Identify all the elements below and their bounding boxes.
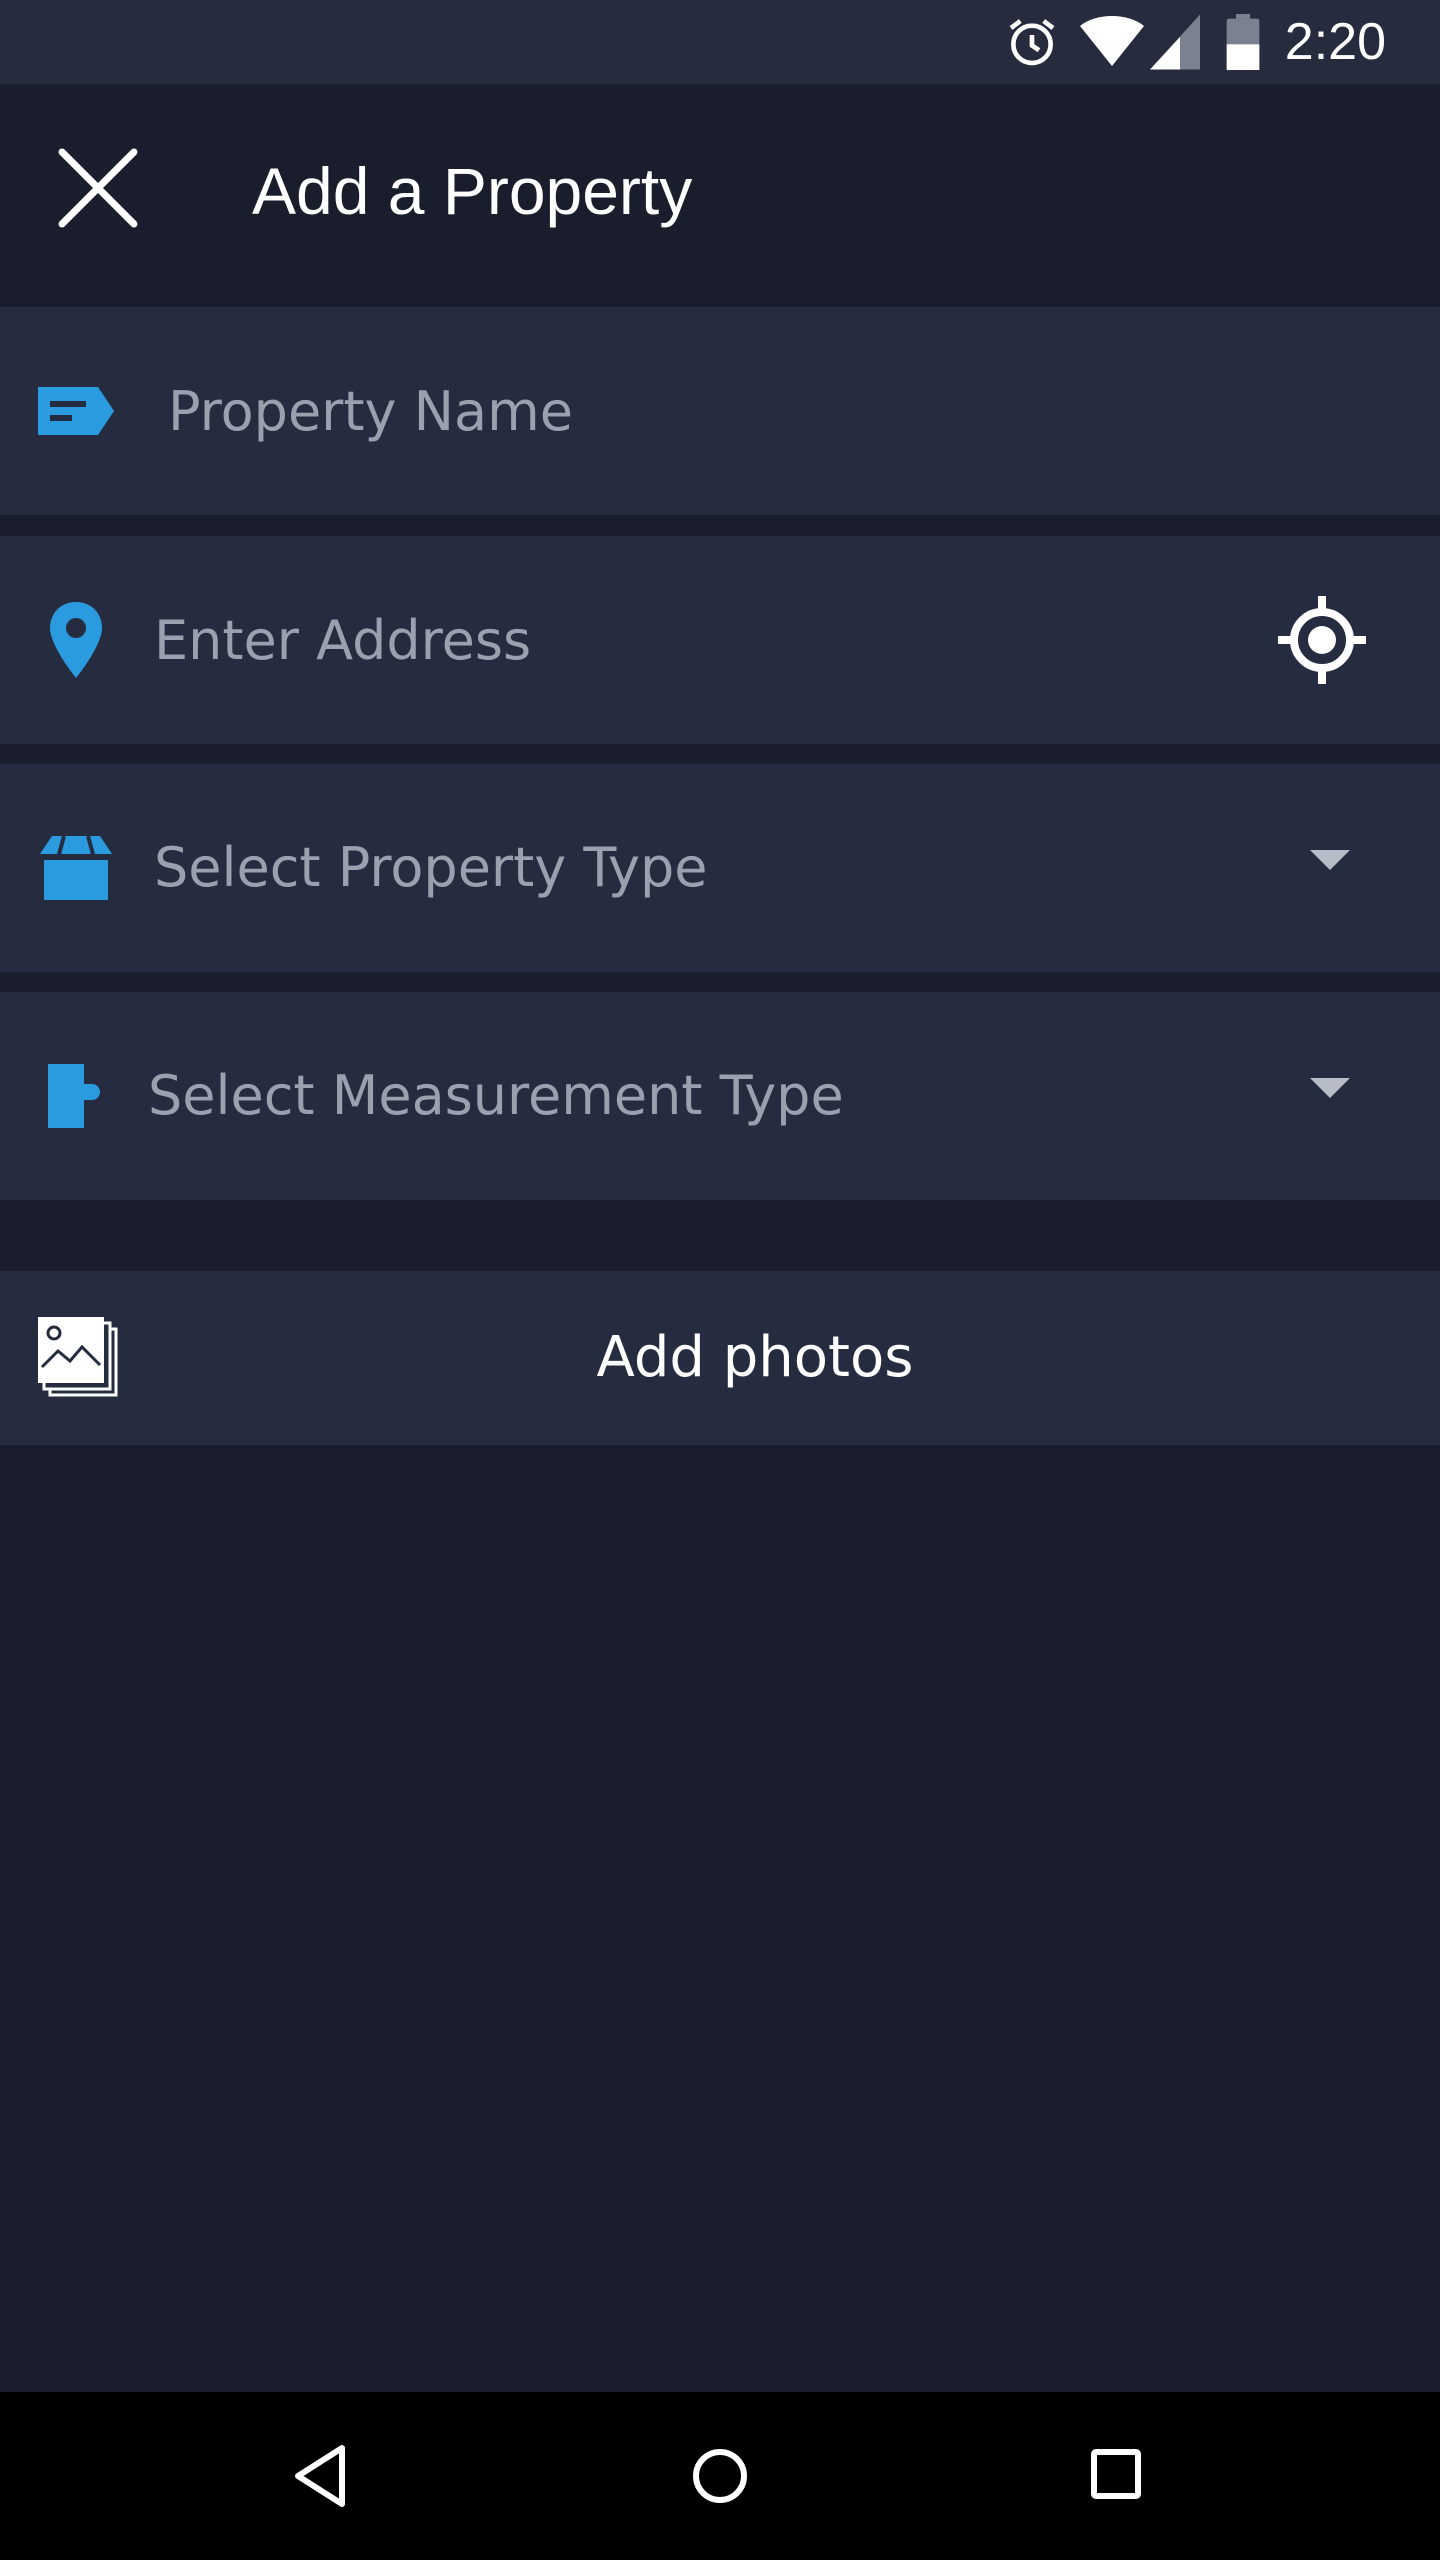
signal-icon	[1150, 14, 1200, 74]
back-icon	[295, 2445, 345, 2507]
property-type-select[interactable]: Select Property Type	[0, 764, 1440, 972]
tag-icon	[38, 371, 118, 451]
back-button[interactable]	[282, 2436, 362, 2516]
address-row	[0, 536, 1440, 744]
status-time: 2:20	[1284, 13, 1386, 71]
add-photos-label: Add photos	[596, 1325, 914, 1390]
close-icon	[58, 148, 138, 228]
app-bar: Add a Property	[0, 84, 1440, 306]
location-pin-icon	[36, 600, 116, 680]
add-photos-button[interactable]: Add photos	[0, 1271, 1440, 1445]
status-bar: 2:20	[0, 0, 1440, 84]
box-icon	[36, 828, 116, 908]
measurement-type-label: Select Measurement Type	[148, 1064, 844, 1127]
recents-icon	[1091, 2449, 1141, 2499]
my-location-button[interactable]	[1274, 592, 1370, 688]
address-input[interactable]	[154, 588, 1154, 692]
my-location-icon	[1278, 596, 1366, 684]
page-title: Add a Property	[252, 154, 693, 228]
measurement-type-select[interactable]: Select Measurement Type	[0, 992, 1440, 1200]
close-button[interactable]	[50, 140, 146, 236]
chevron-down-icon	[1310, 1078, 1350, 1098]
battery-icon	[1226, 14, 1260, 74]
property-type-label: Select Property Type	[154, 836, 708, 899]
chevron-down-icon	[1310, 850, 1350, 870]
wifi-icon	[1080, 14, 1144, 74]
home-button[interactable]	[680, 2436, 760, 2516]
navigation-bar	[0, 2392, 1440, 2560]
home-icon	[693, 2449, 747, 2503]
alarm-icon	[1004, 14, 1060, 74]
property-name-row	[0, 307, 1440, 515]
screen: 2:20 Add a Property Property Name Enter …	[0, 0, 1440, 2560]
puzzle-icon	[36, 1056, 116, 1136]
recents-button[interactable]	[1078, 2436, 1158, 2516]
property-name-input[interactable]	[168, 359, 1318, 463]
